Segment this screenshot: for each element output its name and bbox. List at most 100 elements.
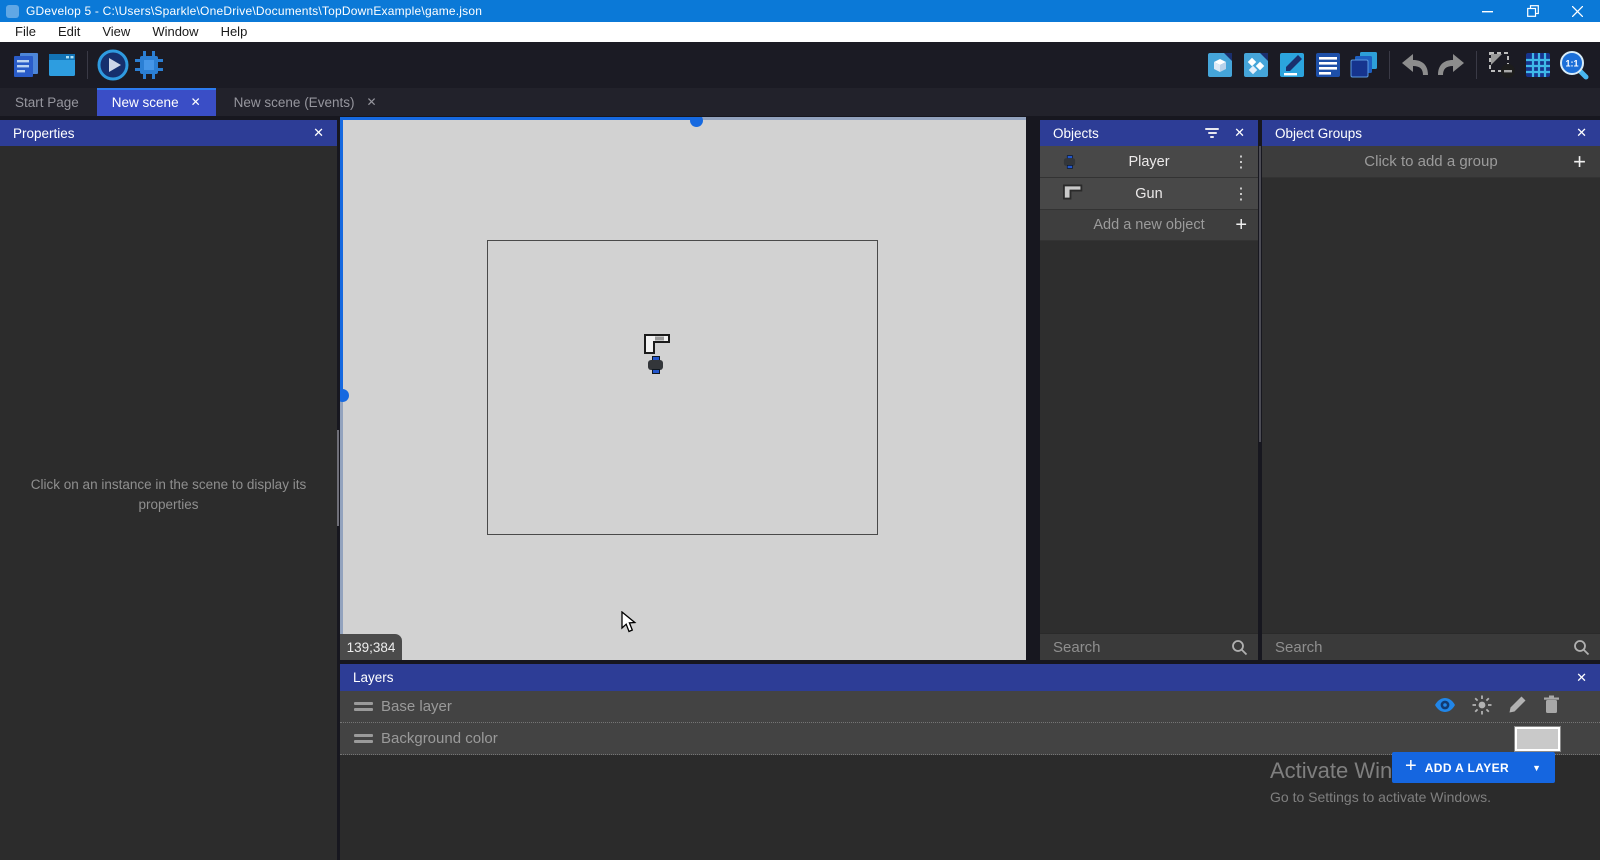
- open-instances-list-icon[interactable]: [1310, 47, 1346, 83]
- add-a-layer-button[interactable]: + ADD A LAYER ▼: [1392, 752, 1555, 783]
- horizontal-scrollbar-track[interactable]: [697, 117, 1026, 120]
- player-instance[interactable]: [648, 356, 663, 374]
- properties-scrollbar[interactable]: [337, 430, 339, 526]
- objects-panel-scrollbar[interactable]: [1259, 146, 1261, 442]
- search-icon: [1573, 639, 1590, 661]
- plus-icon: +: [1405, 755, 1417, 778]
- menu-window[interactable]: Window: [141, 22, 209, 42]
- close-panel-icon[interactable]: ✕: [1576, 125, 1587, 141]
- menu-edit[interactable]: Edit: [47, 22, 91, 42]
- properties-empty-message: Click on an instance in the scene to dis…: [18, 475, 319, 516]
- object-name: Player: [1128, 154, 1169, 170]
- close-tab-icon[interactable]: ✕: [191, 95, 201, 109]
- objects-title: Objects: [1053, 126, 1204, 141]
- toolbar-separator: [1476, 51, 1477, 79]
- close-panel-icon[interactable]: ✕: [1234, 125, 1245, 141]
- properties-title: Properties: [13, 126, 299, 141]
- titlebar: GDevelop 5 - C:\Users\Sparkle\OneDrive\D…: [0, 0, 1600, 22]
- app-logo-icon: [6, 5, 19, 18]
- visibility-eye-icon[interactable]: [1434, 697, 1456, 717]
- window-title: GDevelop 5 - C:\Users\Sparkle\OneDrive\D…: [26, 4, 482, 18]
- redo-icon[interactable]: [1433, 47, 1469, 83]
- player-object-icon: [1064, 155, 1075, 169]
- minimize-button[interactable]: [1465, 0, 1510, 22]
- toggle-window-mask-icon[interactable]: [1484, 47, 1520, 83]
- properties-panel: Properties ✕ Click on an instance in the…: [0, 120, 337, 860]
- objects-search-bar: [1040, 633, 1258, 660]
- tab-new-scene-events[interactable]: New scene (Events) ✕: [219, 88, 392, 116]
- layer-name: Background color: [381, 730, 498, 747]
- scene-editor-canvas[interactable]: 139;384: [340, 117, 1026, 660]
- menubar: File Edit View Window Help: [0, 22, 1600, 42]
- object-menu-icon[interactable]: ⋮: [1233, 184, 1249, 204]
- scene-window-icon[interactable]: [44, 47, 80, 83]
- horizontal-scrollbar[interactable]: [340, 117, 697, 120]
- editor-tabbar: Start Page New scene ✕ New scene (Events…: [0, 88, 1600, 116]
- toggle-grid-icon[interactable]: [1520, 47, 1556, 83]
- cursor-coordinates-badge: 139;384: [340, 634, 402, 660]
- debug-icon[interactable]: [131, 47, 167, 83]
- toolbar: 1:1: [0, 42, 1600, 88]
- drag-handle-icon[interactable]: [354, 734, 373, 743]
- start-preview-icon[interactable]: [95, 47, 131, 83]
- filter-icon[interactable]: [1204, 128, 1220, 138]
- game-window-frame: [487, 240, 878, 535]
- open-properties-icon[interactable]: [1274, 47, 1310, 83]
- edit-layer-pencil-icon[interactable]: [1508, 695, 1527, 718]
- close-panel-icon[interactable]: ✕: [1576, 670, 1587, 686]
- tab-new-scene[interactable]: New scene ✕: [97, 88, 216, 116]
- background-color-swatch[interactable]: [1515, 727, 1560, 751]
- undo-icon[interactable]: [1397, 47, 1433, 83]
- vertical-scrollbar-track[interactable]: [340, 396, 343, 660]
- properties-panel-header: Properties ✕: [0, 120, 337, 146]
- plus-icon: +: [1573, 151, 1586, 173]
- objects-panel-header: Objects ✕: [1040, 120, 1258, 146]
- object-groups-panel-header: Object Groups ✕: [1262, 120, 1600, 146]
- object-name: Gun: [1135, 186, 1162, 202]
- object-row-gun[interactable]: Gun ⋮: [1040, 178, 1258, 210]
- object-row-player[interactable]: Player ⋮: [1040, 146, 1258, 178]
- object-groups-title: Object Groups: [1275, 126, 1562, 141]
- delete-layer-trash-icon[interactable]: [1543, 695, 1560, 718]
- objects-search-input[interactable]: [1040, 639, 1286, 656]
- gun-object-icon: [1062, 184, 1084, 204]
- close-tab-icon[interactable]: ✕: [366, 95, 376, 109]
- objects-panel: Objects ✕ Player ⋮ Gun ⋮ Add a new objec…: [1040, 120, 1258, 660]
- zoom-original-icon[interactable]: 1:1: [1556, 47, 1592, 83]
- open-layers-editor-icon[interactable]: [1346, 47, 1382, 83]
- vertical-scrollbar-thumb[interactable]: [340, 389, 349, 402]
- drag-handle-icon[interactable]: [354, 702, 373, 711]
- open-objects-editor-icon[interactable]: [1202, 47, 1238, 83]
- toolbar-separator: [1389, 51, 1390, 79]
- dropdown-arrow-icon[interactable]: ▼: [1532, 763, 1541, 773]
- vertical-scrollbar[interactable]: [340, 117, 343, 396]
- project-manager-icon[interactable]: [8, 47, 44, 83]
- layers-panel-header: Layers ✕: [340, 664, 1600, 691]
- layers-title: Layers: [353, 670, 1562, 685]
- svg-text:1:1: 1:1: [1565, 59, 1578, 69]
- menu-view[interactable]: View: [91, 22, 141, 42]
- object-groups-panel: Object Groups ✕ Click to add a group +: [1262, 120, 1600, 660]
- layer-row-background-color[interactable]: Background color: [340, 723, 1600, 755]
- add-group-button[interactable]: Click to add a group +: [1262, 146, 1600, 178]
- groups-search-input[interactable]: [1262, 639, 1600, 656]
- horizontal-scrollbar-thumb[interactable]: [690, 117, 703, 127]
- layer-row-base[interactable]: Base layer: [340, 691, 1600, 723]
- close-panel-icon[interactable]: ✕: [313, 125, 324, 141]
- mouse-cursor: [621, 611, 637, 638]
- layer-effects-icon[interactable]: [1472, 695, 1492, 719]
- toolbar-separator: [87, 51, 88, 79]
- object-menu-icon[interactable]: ⋮: [1233, 152, 1249, 172]
- menu-file[interactable]: File: [4, 22, 47, 42]
- menu-help[interactable]: Help: [210, 22, 259, 42]
- tab-start-page[interactable]: Start Page: [0, 88, 94, 116]
- close-window-button[interactable]: [1555, 0, 1600, 22]
- search-icon: [1231, 639, 1248, 661]
- add-new-object-button[interactable]: Add a new object +: [1040, 210, 1258, 241]
- layers-panel: Layers ✕ Base layer: [340, 664, 1600, 860]
- open-object-groups-editor-icon[interactable]: [1238, 47, 1274, 83]
- layer-name: Base layer: [381, 698, 452, 715]
- plus-icon: +: [1235, 215, 1247, 235]
- restore-button[interactable]: [1510, 0, 1555, 22]
- groups-search-bar: [1262, 633, 1600, 660]
